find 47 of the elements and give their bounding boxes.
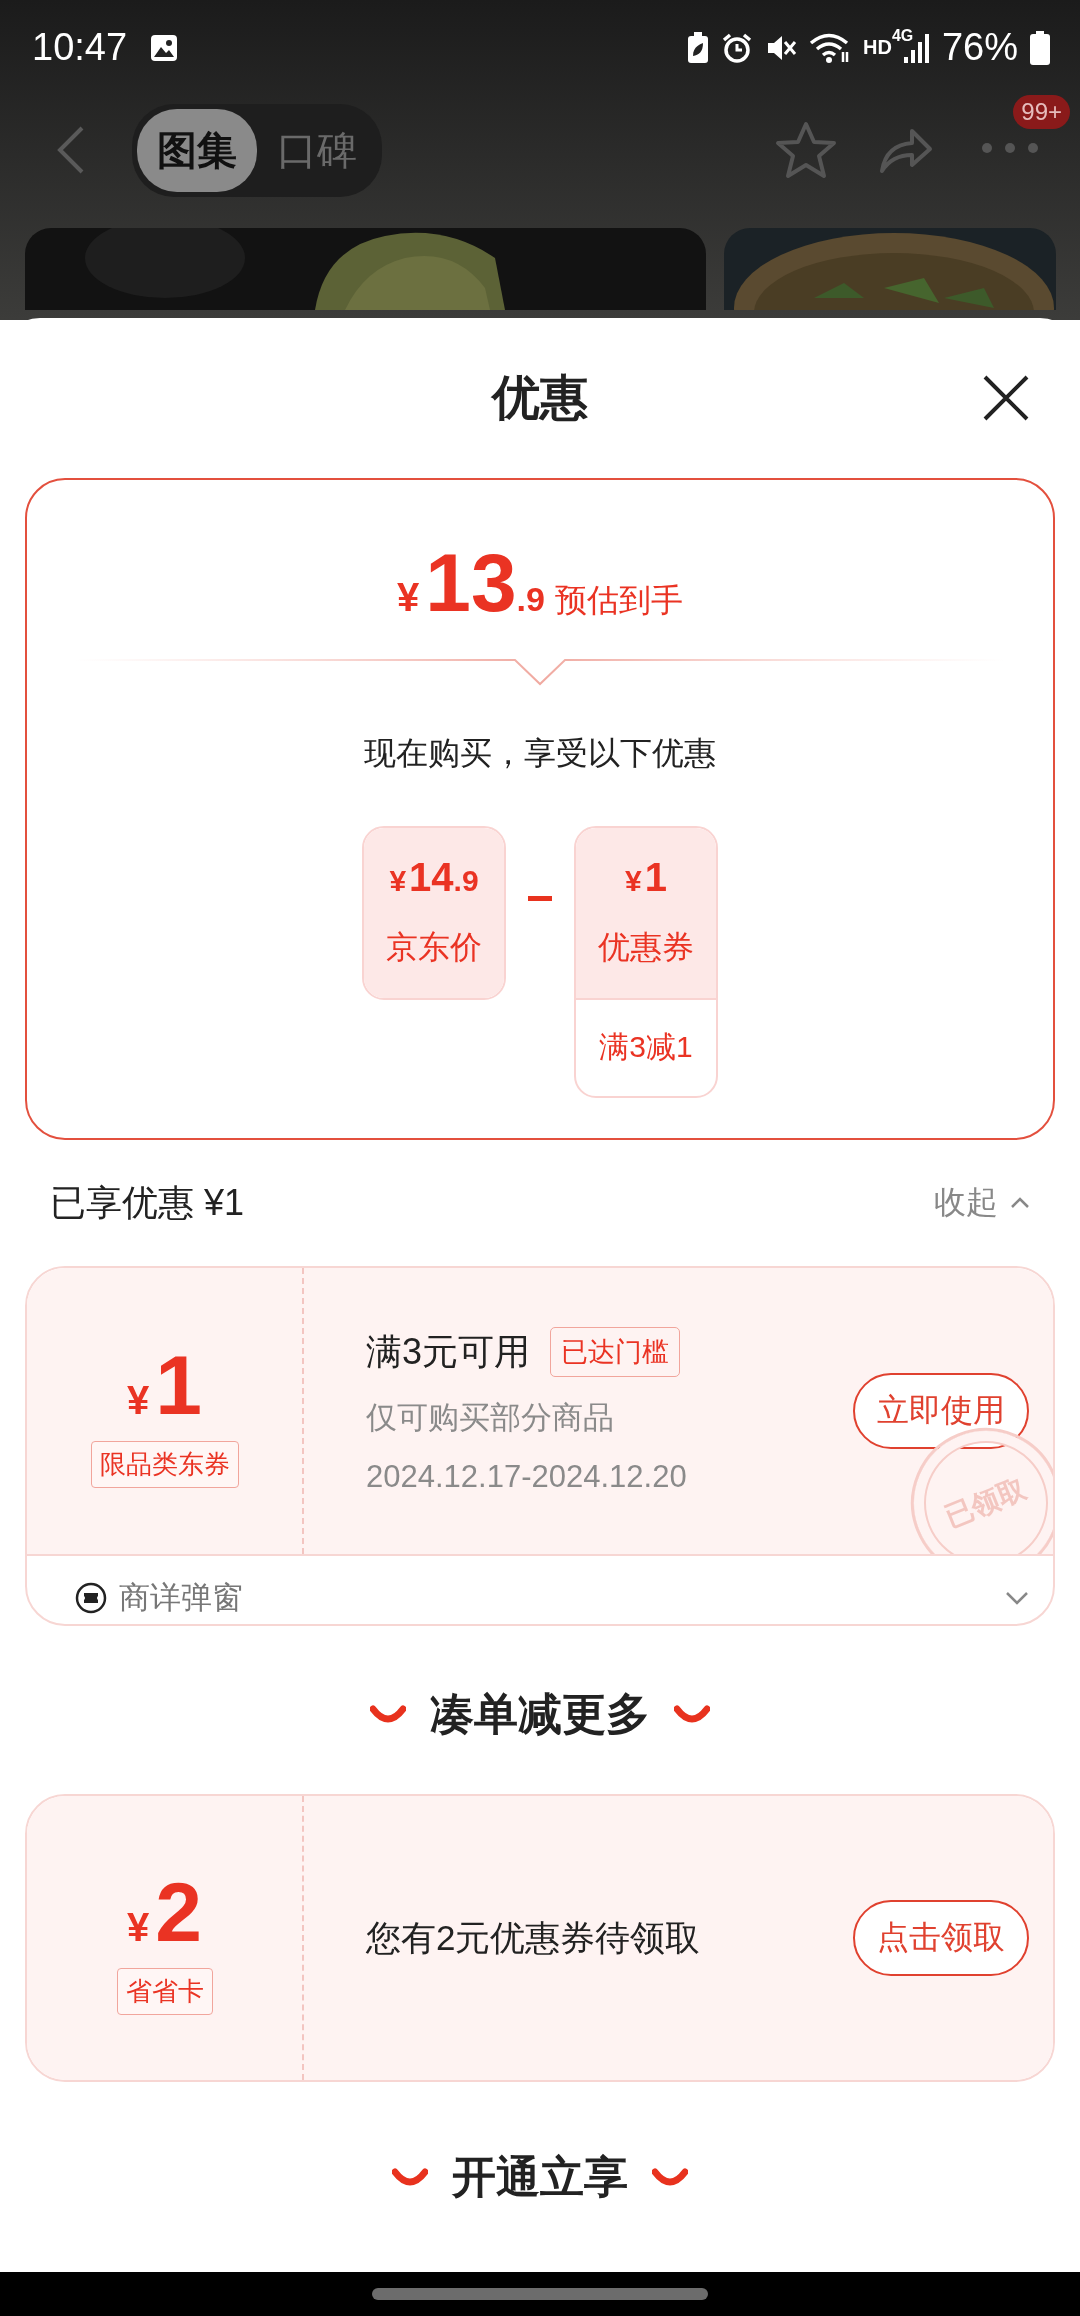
ticket-icon bbox=[75, 1582, 107, 1615]
network-type: 4G bbox=[891, 26, 914, 45]
view-tab[interactable]: 图集 bbox=[137, 108, 257, 192]
offer-text: 您有2元优惠券待领取 bbox=[366, 1916, 702, 1959]
back-icon[interactable] bbox=[56, 125, 86, 175]
section-title: 已享优惠 ¥1 bbox=[50, 1180, 246, 1225]
coupon-condition: 满3元可用 bbox=[366, 1329, 531, 1374]
term-condition: 满3减1 bbox=[599, 1029, 693, 1066]
coupon-type-tag: 限品类东券 bbox=[90, 1440, 239, 1488]
notification-badge: 99+ bbox=[1013, 95, 1070, 129]
close-icon[interactable] bbox=[982, 374, 1030, 422]
more-icon[interactable] bbox=[980, 141, 1040, 155]
collapse-toggle[interactable]: 收起 bbox=[934, 1181, 1030, 1226]
section-title: 凑单减更多 bbox=[430, 1687, 650, 1740]
minus-icon bbox=[528, 895, 552, 901]
coupon-scope: 仅可购买部分商品 bbox=[366, 1399, 615, 1438]
smile-icon bbox=[652, 2168, 688, 2186]
offer-amount: ¥2 bbox=[127, 1869, 202, 1954]
card-type-tag: 省省卡 bbox=[116, 1967, 213, 2015]
threshold-badge: 已达门槛 bbox=[550, 1327, 681, 1378]
term-amount: ¥1 bbox=[625, 855, 667, 901]
battery-percent: 76% bbox=[941, 26, 1018, 69]
intro-text: 现在购买，享受以下优惠 bbox=[364, 733, 716, 773]
hd-indicator: HD bbox=[863, 36, 892, 59]
battery-saver-icon bbox=[687, 31, 710, 64]
coupon-source: 商详弹窗 bbox=[119, 1579, 243, 1618]
smile-icon bbox=[674, 1705, 710, 1723]
image-icon bbox=[149, 32, 180, 63]
estimated-price: ¥13.9 bbox=[397, 535, 545, 630]
status-time: 10:47 bbox=[32, 26, 128, 69]
section-title: 开通立享 bbox=[452, 2150, 628, 2203]
sheet-title: 优惠 bbox=[492, 369, 588, 426]
alarm-icon bbox=[721, 31, 754, 64]
view-tab[interactable]: 口碑 bbox=[257, 108, 377, 192]
coupon-amount: ¥1 bbox=[127, 1342, 202, 1427]
estimate-label: 预估到手 bbox=[554, 580, 683, 620]
term-label: 优惠券 bbox=[598, 928, 694, 968]
validity-dates: 2024.12.17-2024.12.20 bbox=[366, 1459, 688, 1496]
smile-icon bbox=[370, 1705, 406, 1723]
battery-icon bbox=[1030, 30, 1050, 65]
chevron-icon[interactable] bbox=[1005, 1591, 1029, 1606]
term-amount: ¥14.9 bbox=[389, 855, 479, 901]
smile-icon bbox=[392, 2168, 428, 2186]
term-label: 京东价 bbox=[386, 928, 482, 968]
claim-button[interactable]: 点击领取 bbox=[853, 1900, 1029, 1976]
use-now-button[interactable]: 立即使用 bbox=[853, 1373, 1029, 1450]
star-icon[interactable] bbox=[774, 120, 838, 180]
